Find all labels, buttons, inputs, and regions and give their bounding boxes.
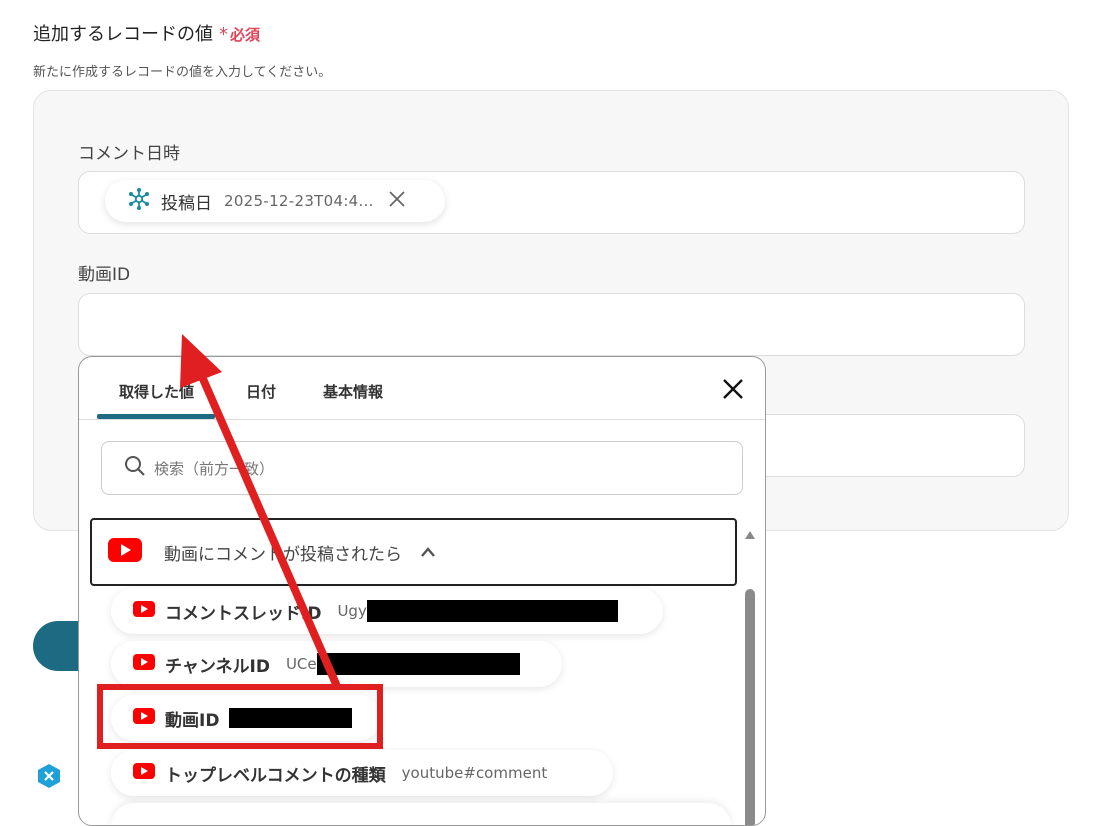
- chip-label: 投稿日: [161, 193, 212, 214]
- list-item[interactable]: チャンネルID UCe: [111, 641, 562, 687]
- tab-basic-info[interactable]: 基本情報: [323, 381, 383, 402]
- item-value: Ugy: [337, 602, 367, 620]
- search-placeholder: 検索（前方一致）: [154, 459, 275, 478]
- required-mark: *: [219, 24, 228, 45]
- active-tab-indicator: [97, 414, 215, 419]
- redacted-value: [316, 653, 520, 675]
- network-node-icon: [127, 187, 151, 215]
- x-service-icon: [36, 763, 62, 789]
- list-item[interactable]: [111, 803, 731, 825]
- close-icon[interactable]: [719, 375, 747, 403]
- youtube-icon: [108, 538, 142, 566]
- item-value: UCe: [285, 655, 317, 673]
- video-id-input[interactable]: [78, 293, 1025, 356]
- comment-datetime-label: コメント日時: [78, 144, 180, 164]
- trigger-group-header[interactable]: 動画にコメントが投稿されたら: [90, 518, 737, 586]
- item-value: youtube#comment: [401, 764, 548, 782]
- annotation-highlight-box: [97, 684, 383, 749]
- value-picker-popup: 取得した値 日付 基本情報 検索（前方一致） 動画にコメントが投稿されたら コメ…: [78, 356, 766, 826]
- item-label: トップレベルコメントの種類: [165, 765, 386, 786]
- required-label: 必須: [230, 26, 261, 44]
- section-title: 追加するレコードの値 * 必須: [33, 20, 260, 46]
- list-item[interactable]: トップレベルコメントの種類 youtube#comment: [111, 750, 613, 796]
- video-id-label: 動画ID: [78, 265, 131, 285]
- trigger-group-title: 動画にコメントが投稿されたら: [164, 544, 402, 565]
- section-description: 新たに作成するレコードの値を入力してください。: [33, 65, 332, 80]
- search-input[interactable]: 検索（前方一致）: [101, 441, 743, 495]
- scrollbar-thumb[interactable]: [745, 589, 755, 825]
- tab-date[interactable]: 日付: [246, 381, 276, 402]
- youtube-icon: [133, 654, 155, 674]
- chip-value: 2025-12-23T04:4...: [224, 192, 374, 210]
- chevron-up-icon[interactable]: [420, 543, 436, 562]
- list-item[interactable]: コメントスレッドID Ugy: [111, 588, 663, 634]
- chip-remove-icon[interactable]: [388, 189, 406, 213]
- youtube-icon: [133, 601, 155, 621]
- item-label: チャンネルID: [165, 656, 270, 677]
- item-label: コメントスレッドID: [165, 603, 322, 624]
- search-icon: [124, 455, 146, 481]
- redacted-value: [366, 600, 618, 622]
- youtube-icon: [133, 763, 155, 783]
- section-title-text: 追加するレコードの値: [33, 24, 213, 45]
- tab-bar: 取得した値 日付 基本情報: [79, 357, 765, 420]
- value-chip[interactable]: 投稿日 2025-12-23T04:4...: [105, 180, 445, 222]
- tab-retrieved-values[interactable]: 取得した値: [119, 381, 194, 402]
